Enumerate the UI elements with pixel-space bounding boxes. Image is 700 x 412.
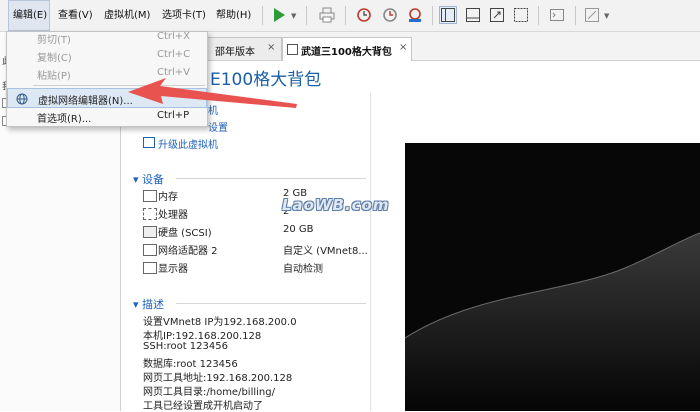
menu-separator — [33, 85, 205, 86]
description-header[interactable]: ▾ 描述 — [133, 296, 164, 312]
description-line: 网页工具地址:192.168.200.128 — [143, 373, 293, 384]
tab-label: 武道三100格大背包 — [301, 47, 392, 58]
menu-item-preferences[interactable]: 首选项(R)... Ctrl+P — [7, 107, 207, 127]
snapshot-revert-icon[interactable] — [381, 6, 399, 24]
toolbar-separator — [306, 6, 307, 25]
menu-tabs[interactable]: 选项卡(T) — [162, 0, 206, 31]
chevron-down-icon[interactable]: ▼ — [604, 12, 609, 20]
menu-vm[interactable]: 虚拟机(M) — [104, 0, 150, 31]
view-console-icon[interactable] — [464, 6, 482, 24]
menu-help[interactable]: 帮助(H) — [216, 0, 251, 31]
view-thumbnail-icon[interactable] — [512, 6, 530, 24]
watermark-logo: LaoWB.com — [282, 196, 390, 214]
device-name[interactable]: 硬盘 (SCSI) — [158, 224, 212, 239]
device-name[interactable]: 处理器 — [158, 206, 188, 221]
menu-edit[interactable]: 编辑(E) — [8, 0, 50, 31]
toolbar-separator — [262, 6, 263, 25]
description-line: 工具已经设置成开机启动了 — [143, 401, 263, 412]
display-icon — [143, 262, 157, 274]
network-icon — [143, 244, 157, 256]
vm-icon — [287, 44, 298, 55]
vm-title: E100格大背包 — [210, 70, 322, 90]
chevron-down-icon[interactable]: ▼ — [291, 12, 296, 20]
description-line: 网页工具目录:/home/billing/ — [143, 387, 275, 398]
action-power-on[interactable]: 机 — [208, 102, 218, 117]
vm-preview-thumbnail[interactable] — [405, 143, 700, 411]
toolbar-separator — [538, 6, 539, 25]
tab-vm-1[interactable]: 邵年版本 × — [200, 37, 282, 60]
description-line: SSH:root 123456 — [143, 341, 228, 352]
preview-wave-graphic — [405, 232, 700, 411]
device-name[interactable]: 显示器 — [158, 260, 188, 275]
tab-vm-2[interactable]: 武道三100格大背包 × — [282, 37, 412, 61]
menu-view[interactable]: 查看(V) — [58, 0, 93, 31]
devices-header[interactable]: ▾ 设备 — [133, 171, 164, 187]
close-icon[interactable]: × — [399, 42, 407, 53]
menu-item-copy[interactable]: 复制(C) Ctrl+C — [7, 46, 207, 66]
network-globe-icon — [16, 93, 28, 105]
disk-icon — [143, 226, 157, 238]
action-edit-settings[interactable]: 设置 — [208, 119, 228, 134]
toolbar-separator — [575, 6, 576, 25]
snapshot-icon[interactable] — [355, 6, 373, 24]
tab-label: 邵年版本 — [215, 47, 255, 58]
memory-icon — [143, 190, 157, 202]
print-icon[interactable] — [318, 6, 336, 24]
view-fullscreen-icon[interactable] — [488, 6, 506, 24]
close-icon[interactable]: × — [267, 42, 275, 53]
toolbar-separator — [432, 6, 433, 25]
cpu-icon — [143, 208, 157, 220]
device-name[interactable]: 内存 — [158, 188, 178, 203]
device-value: 自动检测 — [283, 264, 323, 275]
description-line: 数据库:root 123456 — [143, 359, 238, 370]
device-name[interactable]: 网络适配器 2 — [158, 242, 218, 257]
upgrade-icon — [143, 137, 155, 148]
device-value: 自定义 (VMnet8... — [283, 246, 368, 257]
terminal-icon[interactable] — [548, 6, 566, 24]
unity-icon[interactable] — [583, 6, 601, 24]
menu-item-paste[interactable]: 粘贴(P) Ctrl+V — [7, 64, 207, 84]
edit-menu-dropdown: 剪切(T) Ctrl+X 复制(C) Ctrl+C 粘贴(P) Ctrl+V 虚拟网络… — [6, 31, 208, 127]
menu-item-cut[interactable]: 剪切(T) Ctrl+X — [7, 28, 207, 48]
description-line: 设置VMnet8 IP为192.168.200.0 — [143, 317, 297, 328]
description-line: 本机IP:192.168.200.128 — [143, 331, 262, 342]
toolbar-separator — [345, 6, 346, 25]
action-upgrade-vm[interactable]: 升级此虚拟机 — [143, 136, 218, 151]
snapshot-manager-icon[interactable] — [406, 6, 424, 24]
play-icon[interactable] — [270, 6, 288, 24]
section-divider — [176, 178, 366, 179]
section-divider — [176, 303, 366, 304]
menu-item-virtual-network-editor[interactable]: 虚拟网络编辑器(N)... — [7, 88, 207, 108]
view-sidebar-icon[interactable] — [439, 6, 457, 24]
device-value: 20 GB — [283, 224, 314, 235]
